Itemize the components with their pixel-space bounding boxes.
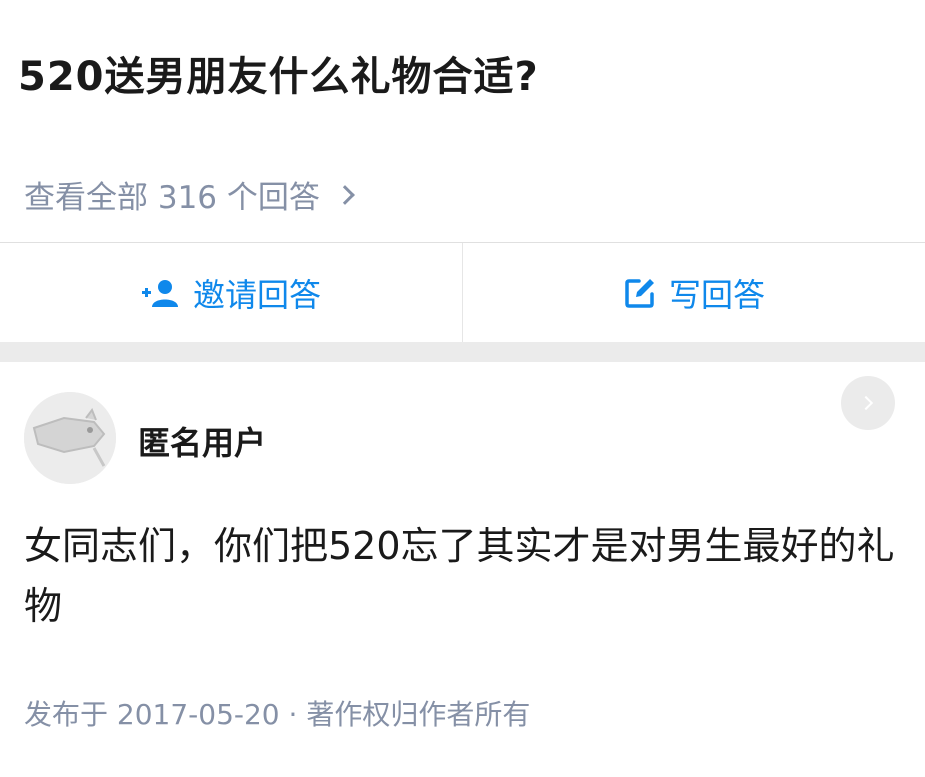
question-title: 520送男朋友什么礼物合适? (18, 54, 539, 100)
write-answer-label: 写回答 (668, 275, 765, 314)
add-user-icon (141, 279, 178, 307)
view-all-answers-link[interactable]: 查看全部 316 个回答 (24, 172, 355, 217)
avatar[interactable] (24, 392, 116, 484)
invite-answer-button[interactable]: 邀请回答 (0, 243, 462, 342)
next-answer-button[interactable] (841, 376, 895, 430)
chevron-right-icon (858, 395, 874, 411)
edit-icon (625, 278, 654, 308)
author-name[interactable]: 匿名用户 (138, 418, 266, 464)
section-divider (0, 342, 925, 362)
write-answer-button[interactable]: 写回答 (462, 243, 925, 342)
view-all-answers-label: 查看全部 316 个回答 (24, 180, 320, 216)
answer-meta: 发布于 2017-05-20 · 著作权归作者所有 (24, 698, 531, 731)
anonymous-avatar-icon (24, 392, 116, 484)
answer-content[interactable]: 女同志们，你们把520忘了其实才是对男生最好的礼物 (24, 516, 904, 636)
chevron-right-icon (334, 184, 355, 205)
answer-action-bar: 邀请回答 写回答 (0, 242, 925, 342)
invite-answer-label: 邀请回答 (192, 275, 321, 314)
